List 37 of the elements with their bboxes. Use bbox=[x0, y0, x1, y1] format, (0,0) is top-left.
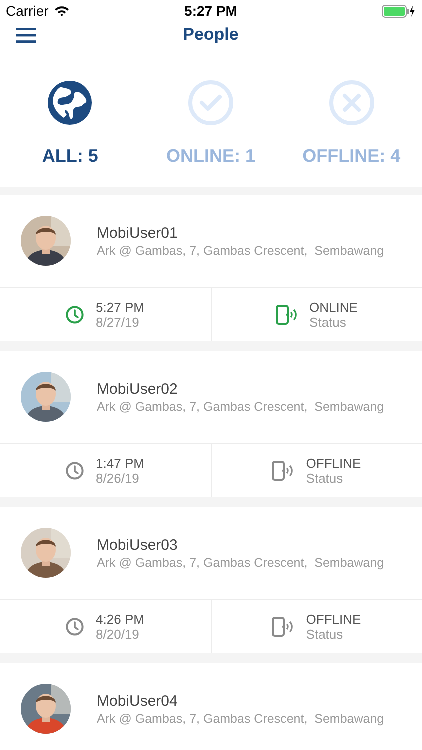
person-name: MobiUser03 bbox=[97, 536, 179, 554]
menu-icon[interactable] bbox=[16, 28, 36, 43]
person-card[interactable]: MobiUser03 Ark @ Gambas, 7, Gambas Crescent, Sembawang 4:26 PM 8/20/19 OFFLINE Status bbox=[0, 507, 422, 653]
last-seen-time: 1:47 PM bbox=[96, 456, 144, 470]
status-value: OFFLINE bbox=[306, 456, 362, 470]
person-name: MobiUser04 bbox=[97, 692, 179, 710]
status-value: OFFLINE bbox=[306, 612, 362, 626]
person-card[interactable]: MobiUser04 Ark @ Gambas, 7, Gambas Crescent, Sembawang bbox=[0, 663, 422, 750]
person-address: Ark @ Gambas, 7, Gambas Crescent, Sembawang bbox=[97, 556, 384, 570]
wifi-icon bbox=[54, 5, 70, 17]
last-seen-date: 8/20/19 bbox=[96, 626, 140, 642]
clock-time: 5:27 PM bbox=[184, 3, 238, 19]
status-label: Status bbox=[310, 314, 348, 330]
last-seen-date: 8/26/19 bbox=[96, 470, 140, 486]
carrier-label: Carrier bbox=[6, 3, 49, 19]
person-address: Ark @ Gambas, 7, Gambas Crescent, Sembawang bbox=[97, 712, 384, 726]
status-value: ONLINE bbox=[310, 300, 358, 314]
globe-icon bbox=[47, 80, 94, 126]
x-circle-icon bbox=[328, 80, 375, 126]
person-address: Ark @ Gambas, 7, Gambas Crescent, Sembawang bbox=[97, 400, 384, 414]
last-seen-time: 4:26 PM bbox=[96, 612, 144, 626]
person-card[interactable]: MobiUser01 Ark @ Gambas, 7, Gambas Crescent, Sembawang 5:27 PM 8/27/19 ONLINE Status bbox=[0, 195, 422, 341]
last-seen-date: 8/27/19 bbox=[96, 314, 140, 330]
person-name: MobiUser01 bbox=[97, 224, 179, 242]
page-title: People bbox=[183, 25, 239, 45]
check-circle-icon bbox=[188, 80, 234, 126]
phone-signal-icon bbox=[276, 304, 298, 324]
filter-tab[interactable]: ALL: 5 bbox=[0, 80, 140, 167]
phone-signal-icon bbox=[272, 460, 294, 480]
person-name: MobiUser02 bbox=[97, 380, 179, 398]
person-card[interactable]: MobiUser02 Ark @ Gambas, 7, Gambas Crescent, Sembawang 1:47 PM 8/26/19 OFFLINE Status bbox=[0, 351, 422, 497]
last-seen-time: 5:27 PM bbox=[96, 300, 144, 314]
phone-signal-icon bbox=[272, 616, 294, 636]
battery-icon bbox=[382, 4, 416, 18]
person-address: Ark @ Gambas, 7, Gambas Crescent, Sembawang bbox=[97, 244, 384, 258]
status-label: Status bbox=[306, 626, 344, 642]
status-label: Status bbox=[306, 470, 344, 486]
